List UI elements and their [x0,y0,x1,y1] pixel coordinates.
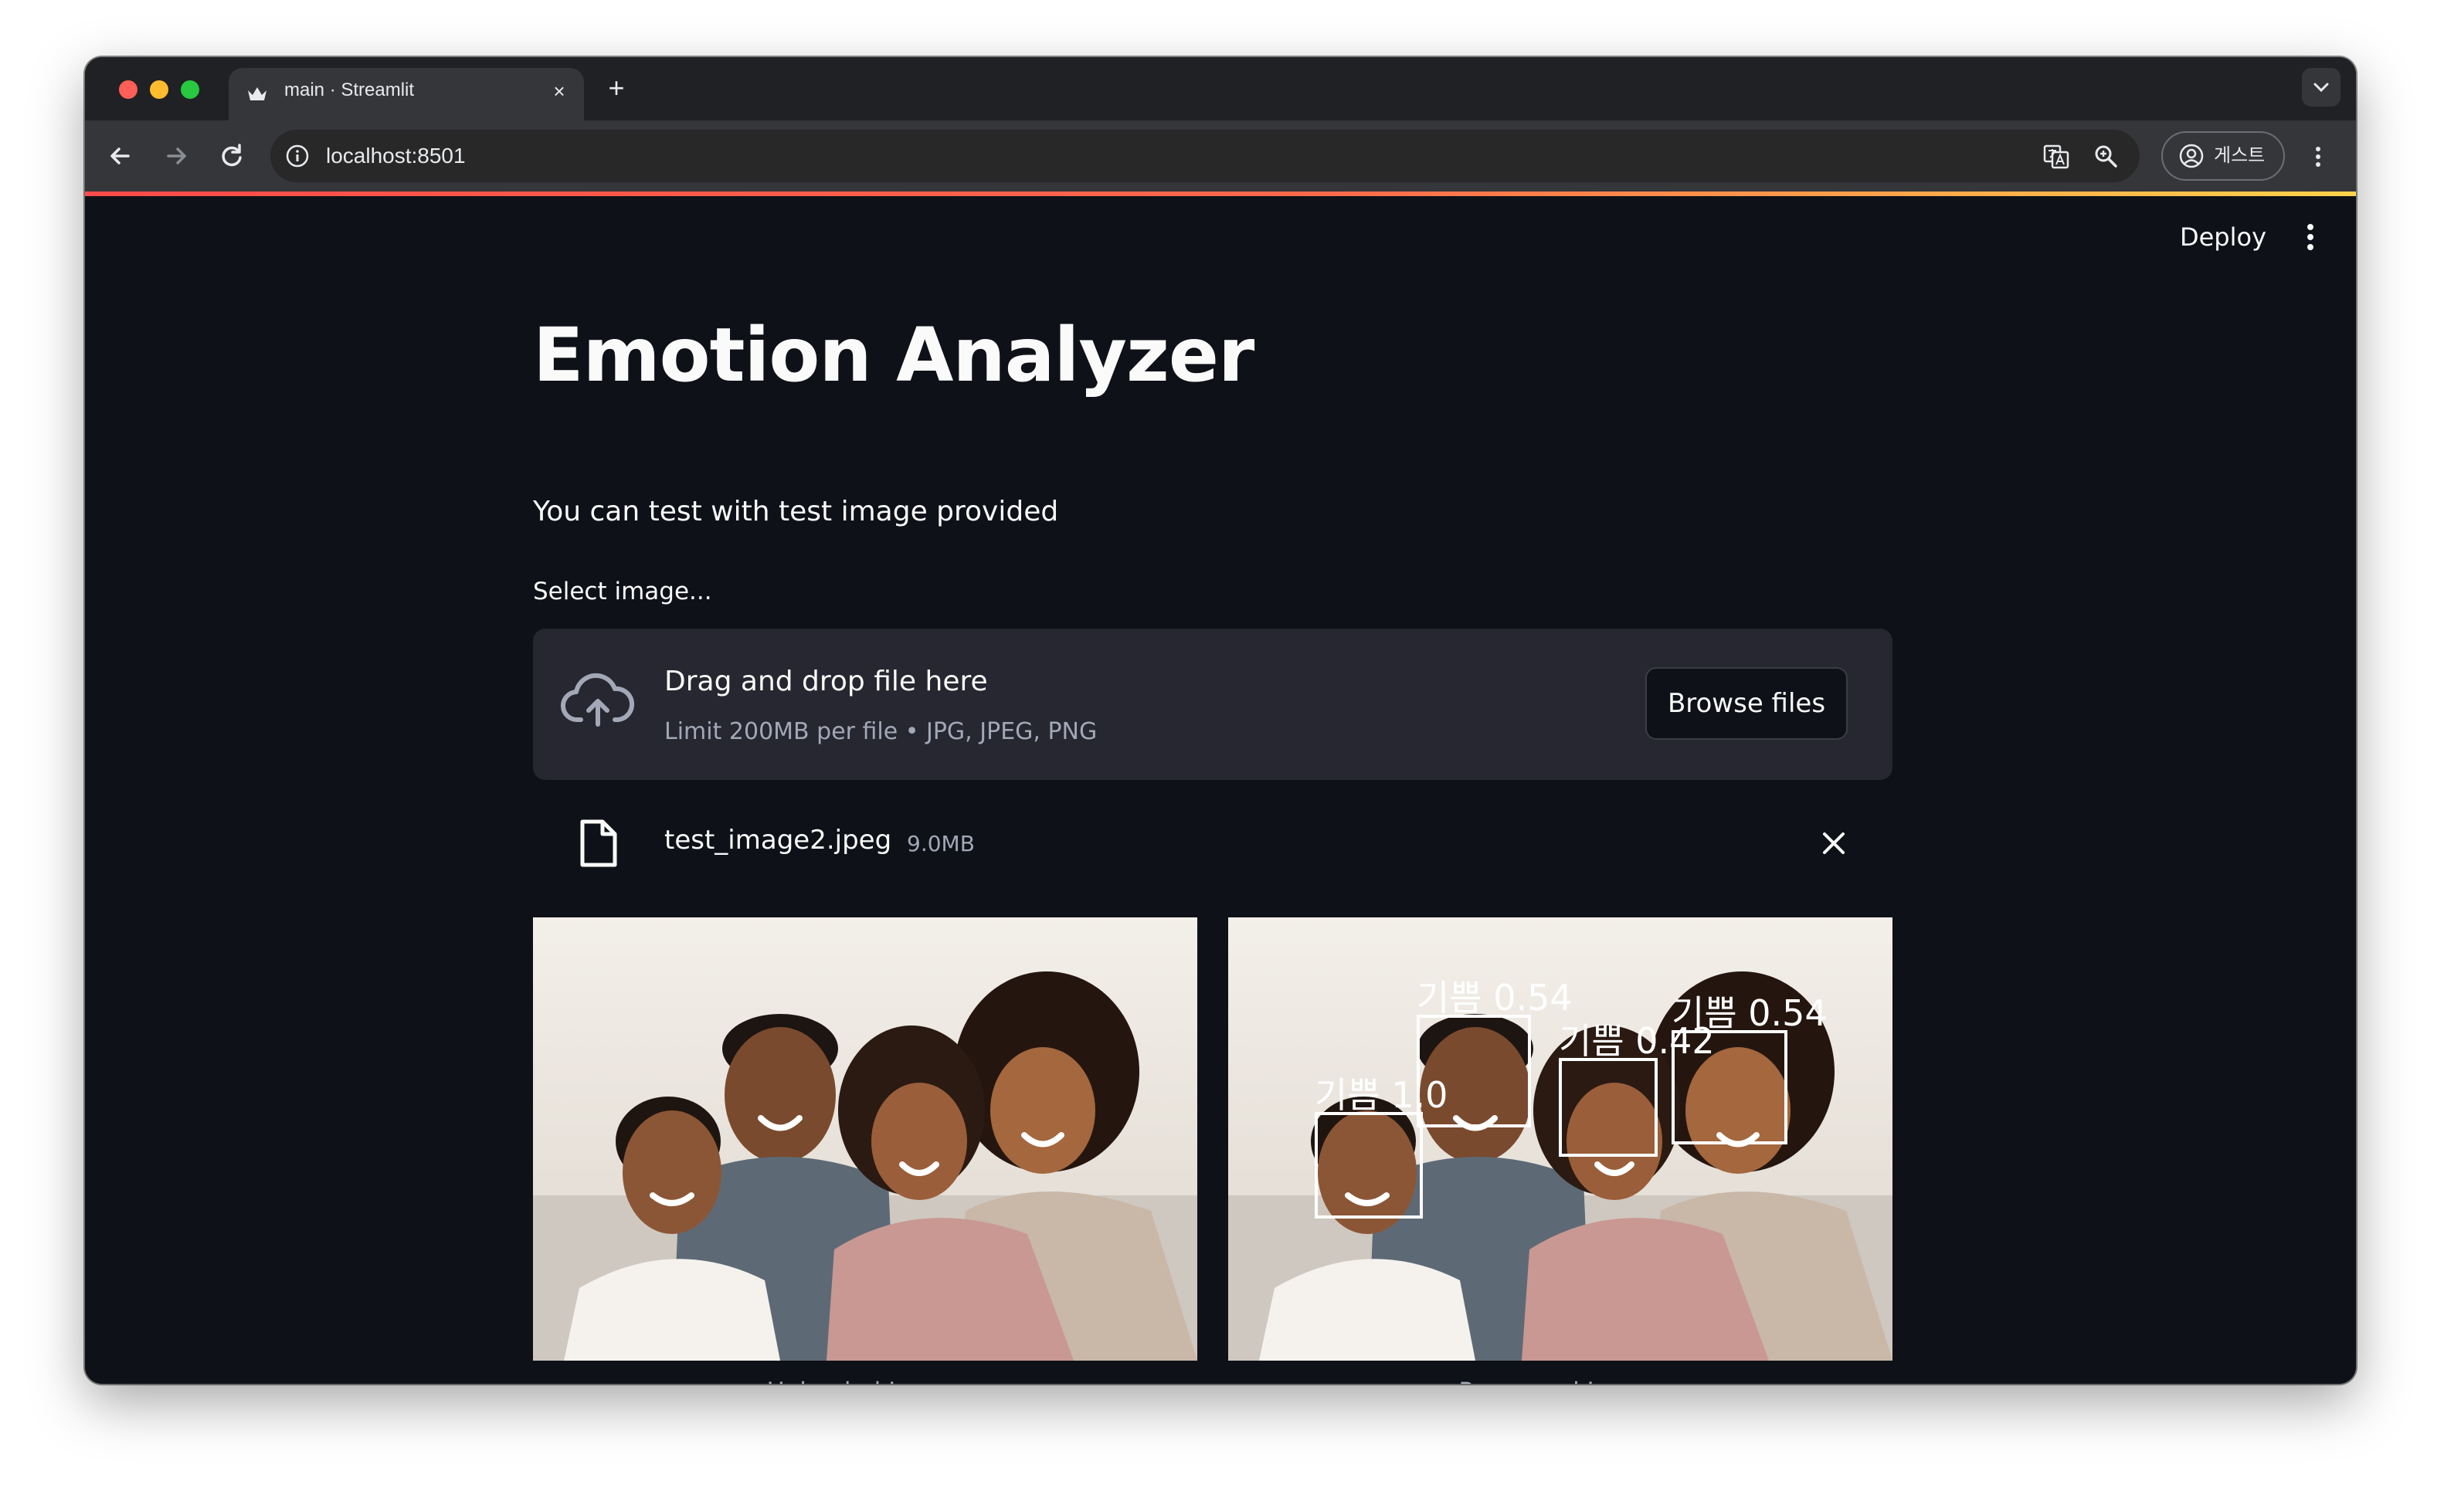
browser-toolbar: localhost:8501 게스트 [85,120,2356,192]
browse-files-button[interactable]: Browse files [1645,667,1848,740]
browser-window: main · Streamlit × + localhost:8501 게스트 … [85,57,2356,1384]
uploader-label: Select image... [533,578,712,605]
uploaded-image-caption: Uploaded Image [533,1378,1197,1384]
dropzone-title: Drag and drop file here [664,666,988,697]
tab-strip: main · Streamlit × + [85,57,2356,120]
tab-search-button[interactable] [2302,68,2340,107]
detection-label: 기쁨 1.0 [1315,1074,1448,1116]
dropzone-limit: Limit 200MB per file • JPG, JPEG, PNG [664,718,1098,745]
minimize-window-button[interactable] [150,80,168,99]
close-window-button[interactable] [119,80,137,99]
maximize-window-button[interactable] [181,80,199,99]
app-container: Deploy Emotion Analyzer You can test wit… [85,196,2356,1384]
reload-icon[interactable] [212,136,252,176]
browser-menu-icon[interactable] [2299,137,2337,176]
url-text: localhost:8501 [326,144,466,168]
back-arrow-icon[interactable] [100,136,141,176]
uploaded-file-row: test_image2.jpeg 9.0MB [533,806,1892,880]
streamlit-favicon-icon [248,87,266,100]
zoom-icon[interactable] [2092,142,2120,170]
forward-arrow-icon[interactable] [156,136,196,176]
chevron-down-icon [2313,83,2329,93]
file-dropzone[interactable]: Drag and drop file here Limit 200MB per … [533,629,1892,780]
processed-image-caption: Processed Image [1228,1378,1892,1384]
page-subtitle: You can test with test image provided [533,496,1059,527]
address-bar[interactable]: localhost:8501 [270,130,2140,182]
tab-main[interactable]: main · Streamlit × [229,68,584,120]
file-icon [580,819,617,867]
main-menu-icon[interactable] [2299,218,2322,256]
processed-image: 기쁨 1.0 기쁨 0.54 기쁨 0.42 기쁨 0.54 [1228,917,1892,1361]
tab-title: main · Streamlit [284,80,415,100]
profile-icon [2179,144,2204,168]
detection-label: 기쁨 0.54 [1417,977,1573,1019]
detection-label: 기쁨 0.54 [1672,992,1828,1034]
cloud-upload-icon [561,673,635,727]
tab-close-icon[interactable]: × [547,79,572,103]
profile-label: 게스트 [2214,145,2266,166]
profile-button[interactable]: 게스트 [2161,131,2285,181]
page-title: Emotion Analyzer [533,312,1254,398]
new-tab-button[interactable]: + [601,73,632,103]
file-name: test_image2.jpeg [664,825,892,856]
file-size: 9.0MB [907,831,975,856]
site-info-icon[interactable] [284,143,311,169]
deploy-button[interactable]: Deploy [2180,222,2266,252]
translate-icon[interactable] [2042,142,2070,170]
uploaded-image [533,917,1197,1361]
close-icon[interactable] [1820,829,1848,857]
